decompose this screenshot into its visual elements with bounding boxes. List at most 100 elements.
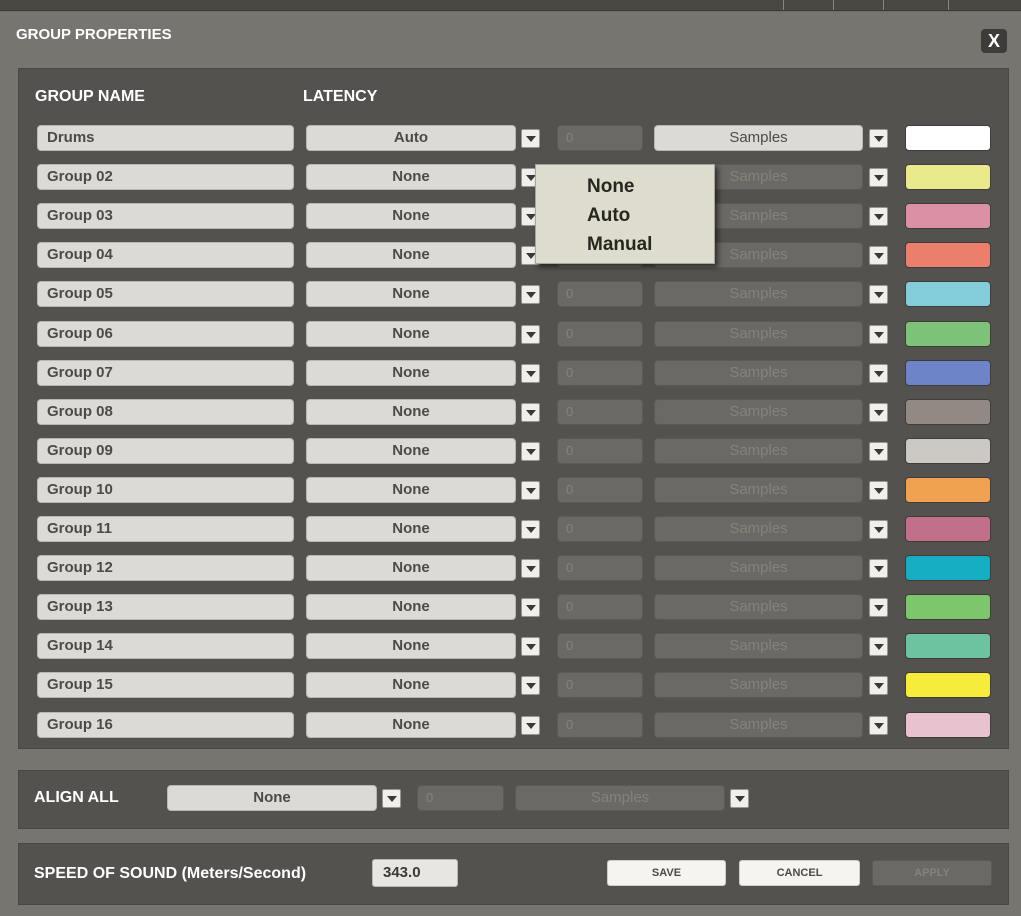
latency-dropdown-button[interactable] [521, 480, 540, 500]
menu-item-manual[interactable]: Manual [587, 234, 652, 256]
latency-unit-select[interactable]: Samples [654, 516, 863, 542]
unit-dropdown-button[interactable] [869, 324, 888, 344]
unit-dropdown-button[interactable] [869, 676, 888, 696]
group-color-swatch[interactable] [905, 320, 991, 347]
latency-dropdown-button[interactable] [521, 559, 540, 579]
latency-mode-select[interactable]: None [306, 633, 516, 660]
group-color-swatch[interactable] [905, 437, 991, 464]
align-all-latency-select[interactable]: None [167, 785, 377, 811]
group-name-input[interactable]: Group 12 [37, 555, 294, 582]
latency-unit-select[interactable]: Samples [654, 672, 863, 699]
unit-dropdown-button[interactable] [869, 715, 888, 735]
latency-mode-select[interactable]: Auto [306, 125, 516, 151]
latency-unit-select[interactable]: Samples [654, 281, 863, 308]
group-color-swatch[interactable] [905, 281, 991, 308]
latency-unit-select[interactable]: Samples [654, 555, 863, 582]
group-name-input[interactable]: Group 04 [37, 242, 294, 269]
latency-value-input[interactable]: 0 [557, 320, 643, 347]
latency-mode-select[interactable]: None [306, 203, 516, 230]
group-color-swatch[interactable] [905, 359, 991, 386]
latency-mode-select[interactable]: None [306, 672, 516, 699]
unit-dropdown-button[interactable] [869, 129, 888, 148]
align-all-unit-select[interactable]: Samples [515, 785, 725, 811]
group-color-swatch[interactable] [905, 516, 991, 542]
latency-value-input[interactable]: 0 [557, 711, 643, 738]
latency-mode-select[interactable]: None [306, 242, 516, 269]
latency-unit-select[interactable]: Samples [654, 633, 863, 660]
latency-dropdown-button[interactable] [521, 402, 540, 422]
latency-unit-select[interactable]: Samples [654, 437, 863, 464]
group-color-swatch[interactable] [905, 711, 991, 738]
align-all-latency-dropdown-button[interactable] [382, 789, 401, 808]
speed-of-sound-input[interactable]: 343.0 [372, 859, 458, 887]
latency-mode-select[interactable]: None [306, 516, 516, 542]
latency-value-input[interactable]: 0 [557, 516, 643, 542]
unit-dropdown-button[interactable] [869, 246, 888, 266]
group-color-swatch[interactable] [905, 672, 991, 699]
group-name-input[interactable]: Group 13 [37, 594, 294, 621]
latency-unit-select[interactable]: Samples [654, 320, 863, 347]
latency-dropdown-button[interactable] [521, 715, 540, 735]
latency-dropdown-button[interactable] [521, 676, 540, 696]
latency-mode-select[interactable]: None [306, 359, 516, 386]
group-name-input[interactable]: Group 03 [37, 203, 294, 230]
latency-value-input[interactable]: 0 [557, 359, 643, 386]
latency-dropdown-button[interactable] [521, 637, 540, 657]
latency-dropdown-button[interactable] [521, 324, 540, 344]
unit-dropdown-button[interactable] [869, 441, 888, 461]
latency-value-input[interactable]: 0 [557, 672, 643, 699]
latency-unit-select[interactable]: Samples [654, 398, 863, 425]
group-name-input[interactable]: Group 02 [37, 164, 294, 191]
unit-dropdown-button[interactable] [869, 598, 888, 618]
latency-value-input[interactable]: 0 [557, 281, 643, 308]
group-name-input[interactable]: Group 10 [37, 476, 294, 503]
apply-button[interactable]: APPLY [872, 860, 992, 886]
group-name-input[interactable]: Drums [37, 125, 294, 151]
group-color-swatch[interactable] [905, 164, 991, 191]
group-name-input[interactable]: Group 11 [37, 516, 294, 542]
group-color-swatch[interactable] [905, 555, 991, 582]
unit-dropdown-button[interactable] [869, 480, 888, 500]
latency-mode-select[interactable]: None [306, 164, 516, 191]
group-name-input[interactable]: Group 14 [37, 633, 294, 660]
group-name-input[interactable]: Group 06 [37, 320, 294, 347]
group-color-swatch[interactable] [905, 398, 991, 425]
latency-dropdown-button[interactable] [521, 520, 540, 539]
latency-unit-select[interactable]: Samples [654, 711, 863, 738]
unit-dropdown-button[interactable] [869, 559, 888, 579]
latency-dropdown-button[interactable] [521, 363, 540, 383]
close-button[interactable]: X [981, 29, 1007, 53]
latency-value-input[interactable]: 0 [557, 398, 643, 425]
unit-dropdown-button[interactable] [869, 402, 888, 422]
menu-item-auto[interactable]: Auto [587, 205, 630, 227]
latency-mode-select[interactable]: None [306, 398, 516, 425]
group-name-input[interactable]: Group 15 [37, 672, 294, 699]
group-color-swatch[interactable] [905, 476, 991, 503]
unit-dropdown-button[interactable] [869, 207, 888, 227]
latency-value-input[interactable]: 0 [557, 437, 643, 464]
menu-item-none[interactable]: None [587, 176, 635, 198]
cancel-button[interactable]: CANCEL [739, 860, 860, 886]
group-color-swatch[interactable] [905, 125, 991, 151]
latency-dropdown-button[interactable] [521, 285, 540, 305]
latency-mode-select[interactable]: None [306, 281, 516, 308]
latency-value-input[interactable]: 0 [557, 476, 643, 503]
save-button[interactable]: SAVE [607, 860, 726, 886]
latency-mode-select[interactable]: None [306, 437, 516, 464]
latency-unit-select[interactable]: Samples [654, 476, 863, 503]
group-color-swatch[interactable] [905, 633, 991, 660]
group-name-input[interactable]: Group 05 [37, 281, 294, 308]
align-all-value-input[interactable]: 0 [417, 785, 504, 811]
group-color-swatch[interactable] [905, 242, 991, 269]
unit-dropdown-button[interactable] [869, 637, 888, 657]
latency-value-input[interactable]: 0 [557, 633, 643, 660]
group-name-input[interactable]: Group 09 [37, 437, 294, 464]
latency-mode-select[interactable]: None [306, 555, 516, 582]
group-color-swatch[interactable] [905, 594, 991, 621]
latency-unit-select[interactable]: Samples [654, 125, 863, 151]
latency-unit-select[interactable]: Samples [654, 359, 863, 386]
unit-dropdown-button[interactable] [869, 168, 888, 188]
latency-mode-select[interactable]: None [306, 476, 516, 503]
group-name-input[interactable]: Group 07 [37, 359, 294, 386]
latency-mode-select[interactable]: None [306, 711, 516, 738]
